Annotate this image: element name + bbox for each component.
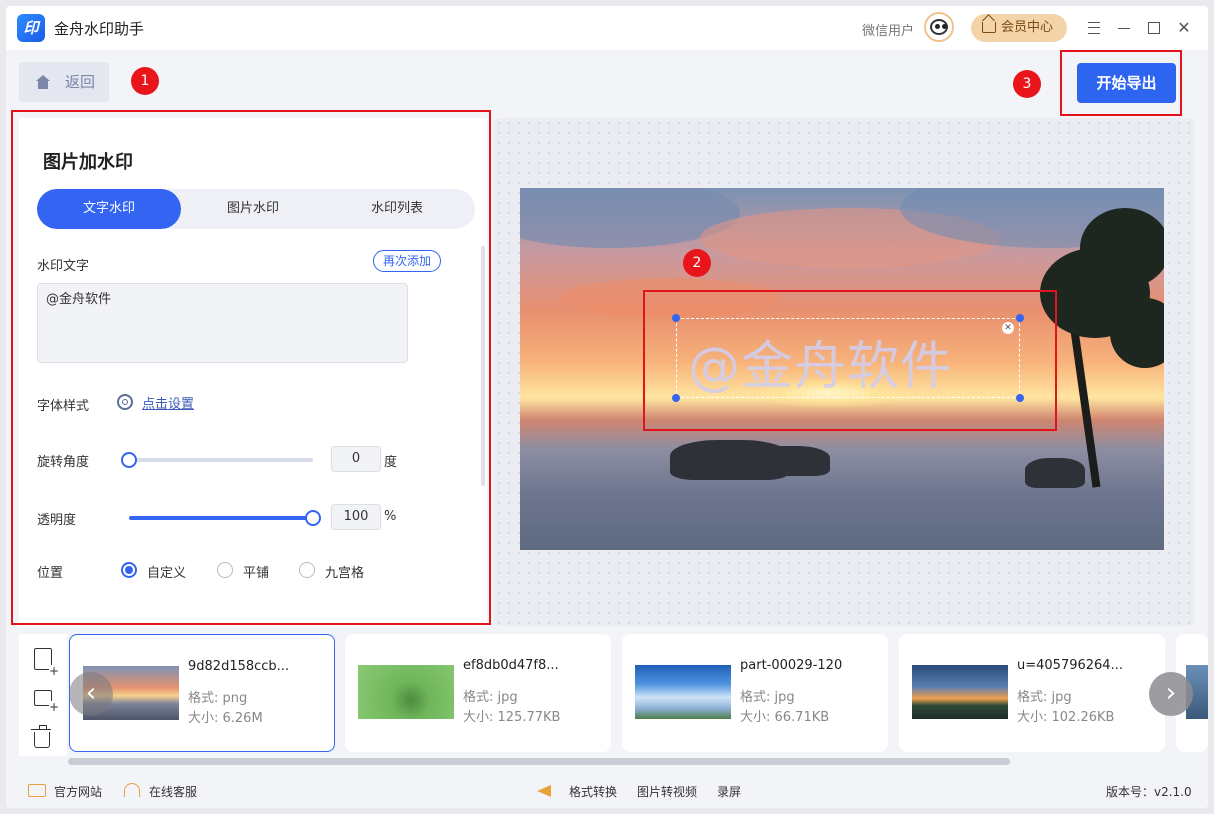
monitor-icon bbox=[28, 784, 46, 797]
close-icon[interactable]: ✕ bbox=[1172, 16, 1196, 40]
app-logo-icon: 印 bbox=[17, 14, 45, 42]
home-icon bbox=[36, 75, 50, 89]
annotation-badge-2: 2 bbox=[683, 249, 711, 277]
user-name[interactable]: 微信用户 bbox=[862, 20, 914, 39]
scroll-right-icon[interactable]: › bbox=[1149, 672, 1193, 716]
rocks bbox=[750, 446, 830, 476]
file-name: 9d82d158ccb... bbox=[188, 659, 290, 674]
add-file-icon[interactable] bbox=[34, 648, 59, 677]
file-name: u=405796264... bbox=[1017, 658, 1123, 673]
app-window: 印 金舟水印助手 微信用户 会员中心 ✕ 返回 1 3 开始导出 图片加水印 文… bbox=[6, 6, 1208, 808]
file-card[interactable]: u=405796264... 格式: jpg 大小: 102.26KB bbox=[899, 634, 1165, 752]
headset-icon bbox=[124, 783, 140, 797]
footer: 官方网站 在线客服 格式转换 图片转视频 录屏 版本号：v2.1.0 bbox=[6, 772, 1208, 808]
thumbnail-scrollbar[interactable] bbox=[68, 758, 1010, 765]
file-name: part-00029-120 bbox=[740, 658, 843, 673]
version-label: 版本号：v2.1.0 bbox=[1106, 785, 1192, 799]
back-label: 返回 bbox=[65, 73, 96, 91]
app-title: 金舟水印助手 bbox=[54, 20, 145, 38]
annotation-badge-3: 3 bbox=[1013, 70, 1041, 98]
file-size: 大小: 102.26KB bbox=[1017, 710, 1115, 725]
file-size: 大小: 125.77KB bbox=[463, 710, 561, 725]
file-format: 格式: jpg bbox=[740, 690, 795, 705]
file-format: 格式: jpg bbox=[1017, 690, 1072, 705]
file-tools bbox=[19, 634, 67, 756]
file-size: 大小: 6.26M bbox=[188, 711, 263, 726]
annotation-frame-1 bbox=[11, 110, 491, 625]
file-card[interactable]: part-00029-120 格式: jpg 大小: 66.71KB bbox=[622, 634, 888, 752]
annotation-frame-3 bbox=[1060, 50, 1182, 116]
menu-icon[interactable] bbox=[1082, 16, 1106, 40]
file-thumbnail bbox=[358, 665, 454, 719]
scrollbar-thumb[interactable] bbox=[68, 758, 1010, 765]
avatar[interactable] bbox=[924, 12, 954, 42]
rocks bbox=[1025, 458, 1085, 488]
title-bar: 印 金舟水印助手 微信用户 会员中心 ✕ bbox=[6, 6, 1208, 50]
tree bbox=[1110, 298, 1164, 368]
file-thumbnail bbox=[635, 665, 731, 719]
file-format: 格式: png bbox=[188, 691, 248, 706]
official-website-link[interactable]: 官方网站 bbox=[54, 783, 102, 800]
annotation-badge-1: 1 bbox=[131, 67, 159, 95]
avatar-eye bbox=[935, 24, 940, 29]
back-button[interactable]: 返回 bbox=[19, 62, 109, 102]
add-folder-icon[interactable] bbox=[34, 690, 59, 713]
file-size: 大小: 66.71KB bbox=[740, 710, 830, 725]
annotation-frame-2 bbox=[643, 290, 1057, 431]
minimize-icon[interactable] bbox=[1112, 16, 1136, 40]
trash-icon[interactable] bbox=[31, 725, 51, 748]
member-center-button[interactable]: 会员中心 bbox=[971, 14, 1067, 42]
format-convert-link[interactable]: 格式转换 bbox=[569, 783, 617, 800]
file-format: 格式: jpg bbox=[463, 690, 518, 705]
maximize-icon[interactable] bbox=[1142, 16, 1166, 40]
image-to-video-link[interactable]: 图片转视频 bbox=[637, 783, 697, 800]
crown-icon bbox=[982, 22, 996, 33]
file-name: ef8db0d47f8... bbox=[463, 658, 559, 673]
online-service-link[interactable]: 在线客服 bbox=[149, 783, 197, 800]
file-thumbnail bbox=[912, 665, 1008, 719]
scroll-left-icon[interactable]: ‹ bbox=[69, 672, 113, 716]
screen-record-link[interactable]: 录屏 bbox=[717, 783, 741, 800]
avatar-eye bbox=[942, 24, 947, 29]
megaphone-icon bbox=[537, 785, 551, 797]
member-center-label: 会员中心 bbox=[1001, 20, 1054, 35]
tree bbox=[1080, 208, 1164, 288]
file-card[interactable]: ef8db0d47f8... 格式: jpg 大小: 125.77KB bbox=[345, 634, 611, 752]
